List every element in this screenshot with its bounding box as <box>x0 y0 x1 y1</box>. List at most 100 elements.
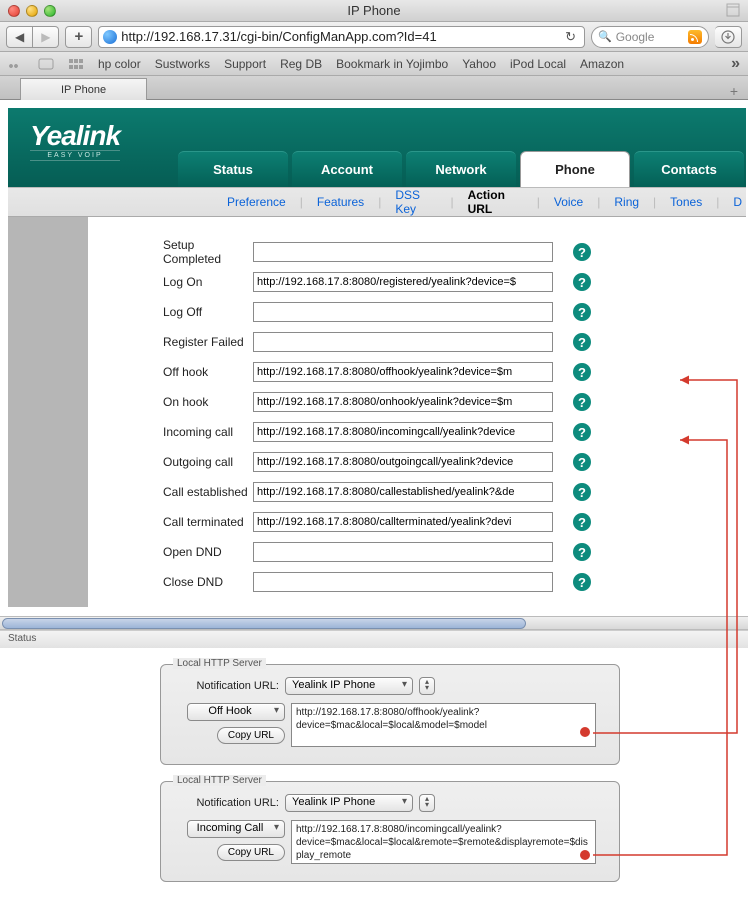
back-button[interactable]: ◀ <box>6 26 33 48</box>
main-tab-network[interactable]: Network <box>406 151 516 187</box>
search-icon: 🔍 <box>598 30 612 43</box>
main-tab-contacts[interactable]: Contacts <box>634 151 744 187</box>
horizontal-scrollbar[interactable] <box>0 616 748 630</box>
notification-stepper[interactable] <box>419 794 435 812</box>
on-hook-input[interactable] <box>253 392 553 412</box>
form-row: Open DND? <box>88 537 746 567</box>
subtab-features[interactable]: Features <box>313 195 368 209</box>
help-icon[interactable]: ? <box>573 423 591 441</box>
subtab-actionurl[interactable]: Action URL <box>464 188 527 216</box>
url-textarea[interactable] <box>291 820 596 864</box>
bookmark-item[interactable]: Support <box>224 57 266 71</box>
copy-url-button[interactable]: Copy URL <box>217 727 285 744</box>
bookmark-item[interactable]: Bookmark in Yojimbo <box>336 57 448 71</box>
field-label: Incoming call <box>88 425 253 439</box>
help-icon[interactable]: ? <box>573 543 591 561</box>
field-label: Close DND <box>88 575 253 589</box>
form-row: Call terminated? <box>88 507 746 537</box>
event-type-select[interactable]: Incoming Call <box>187 820 285 838</box>
topsites-icon[interactable] <box>68 58 84 70</box>
page-header: Yealink EASY VOIP Status Account Network… <box>8 108 746 187</box>
address-bar[interactable]: http://192.168.17.31/cgi-bin/ConfigManAp… <box>98 26 585 48</box>
search-placeholder: Google <box>616 30 684 44</box>
http-server-panel-1: Local HTTP Server Notification URL: Yeal… <box>160 664 620 765</box>
logo-text: Yealink <box>30 120 120 152</box>
help-icon[interactable]: ? <box>573 453 591 471</box>
help-icon[interactable]: ? <box>573 573 591 591</box>
field-label: Log On <box>88 275 253 289</box>
notification-device-select[interactable]: Yealink IP Phone <box>285 677 413 695</box>
form-row: Close DND? <box>88 567 746 597</box>
form-row: Call established? <box>88 477 746 507</box>
add-bookmark-button[interactable]: + <box>65 26 92 48</box>
new-tab-button[interactable]: + <box>720 83 748 99</box>
main-tab-phone[interactable]: Phone <box>520 151 630 187</box>
main-tab-status[interactable]: Status <box>178 151 288 187</box>
downloads-button[interactable] <box>715 26 742 48</box>
close-dnd-input[interactable] <box>253 572 553 592</box>
subtab-tones[interactable]: Tones <box>666 195 706 209</box>
call-terminated-input[interactable] <box>253 512 553 532</box>
copy-url-button[interactable]: Copy URL <box>217 844 285 861</box>
help-icon[interactable]: ? <box>573 243 591 261</box>
search-field[interactable]: 🔍 Google <box>591 26 709 48</box>
help-icon[interactable]: ? <box>573 363 591 381</box>
page-viewport: Yealink EASY VOIP Status Account Network… <box>0 100 748 616</box>
bookmark-item[interactable]: Sustworks <box>155 57 210 71</box>
help-icon[interactable]: ? <box>573 393 591 411</box>
subtab-more[interactable]: D <box>729 195 746 209</box>
log-on-input[interactable] <box>253 272 553 292</box>
form-row: Setup Completed? <box>88 237 746 267</box>
help-icon[interactable]: ? <box>573 333 591 351</box>
help-icon[interactable]: ? <box>573 483 591 501</box>
zoom-window-button[interactable] <box>44 5 56 17</box>
bookmark-item[interactable]: Amazon <box>580 57 624 71</box>
subtab-preference[interactable]: Preference <box>223 195 290 209</box>
close-window-button[interactable] <box>8 5 20 17</box>
bookmark-item[interactable]: hp color <box>98 57 141 71</box>
bookmark-item[interactable]: iPod Local <box>510 57 566 71</box>
bookmark-item[interactable]: Reg DB <box>280 57 322 71</box>
help-icon[interactable]: ? <box>573 513 591 531</box>
log-off-input[interactable] <box>253 302 553 322</box>
form-row: Outgoing call? <box>88 447 746 477</box>
bookmarks-icon[interactable] <box>38 58 54 70</box>
browser-tab[interactable]: IP Phone <box>20 78 147 100</box>
field-label: Off hook <box>88 365 253 379</box>
notification-stepper[interactable] <box>419 677 435 695</box>
forward-button[interactable]: ▶ <box>33 26 59 48</box>
rss-icon[interactable] <box>688 30 702 44</box>
form-row: On hook? <box>88 387 746 417</box>
config-panels: Local HTTP Server Notification URL: Yeal… <box>0 648 748 898</box>
reading-list-icon[interactable] <box>8 58 24 70</box>
notification-device-select[interactable]: Yealink IP Phone <box>285 794 413 812</box>
open-dnd-input[interactable] <box>253 542 553 562</box>
outgoing-call-input[interactable] <box>253 452 553 472</box>
form-row: Log Off? <box>88 297 746 327</box>
main-tab-account[interactable]: Account <box>292 151 402 187</box>
field-label: Setup Completed <box>88 238 253 266</box>
help-icon[interactable]: ? <box>573 273 591 291</box>
subtab-dsskey[interactable]: DSS Key <box>391 188 440 216</box>
subtab-ring[interactable]: Ring <box>610 195 643 209</box>
event-type-select[interactable]: Off Hook <box>187 703 285 721</box>
reload-button[interactable]: ↻ <box>561 29 580 45</box>
help-icon[interactable]: ? <box>573 303 591 321</box>
minimize-window-button[interactable] <box>26 5 38 17</box>
incoming-call-input[interactable] <box>253 422 553 442</box>
panel-title: Local HTTP Server <box>173 775 266 786</box>
register-failed-input[interactable] <box>253 332 553 352</box>
field-label: Outgoing call <box>88 455 253 469</box>
annotation-dot-icon <box>580 850 590 860</box>
field-label: Open DND <box>88 545 253 559</box>
bookmarks-overflow-button[interactable]: » <box>731 55 740 73</box>
window-title: IP Phone <box>0 3 748 18</box>
subtab-voice[interactable]: Voice <box>550 195 587 209</box>
call-established-input[interactable] <box>253 482 553 502</box>
off-hook-input[interactable] <box>253 362 553 382</box>
setup-completed-input[interactable] <box>253 242 553 262</box>
url-textarea[interactable] <box>291 703 596 747</box>
bookmark-item[interactable]: Yahoo <box>462 57 496 71</box>
toolbar-toggle-icon[interactable] <box>726 3 740 17</box>
scrollbar-thumb[interactable] <box>2 618 526 629</box>
